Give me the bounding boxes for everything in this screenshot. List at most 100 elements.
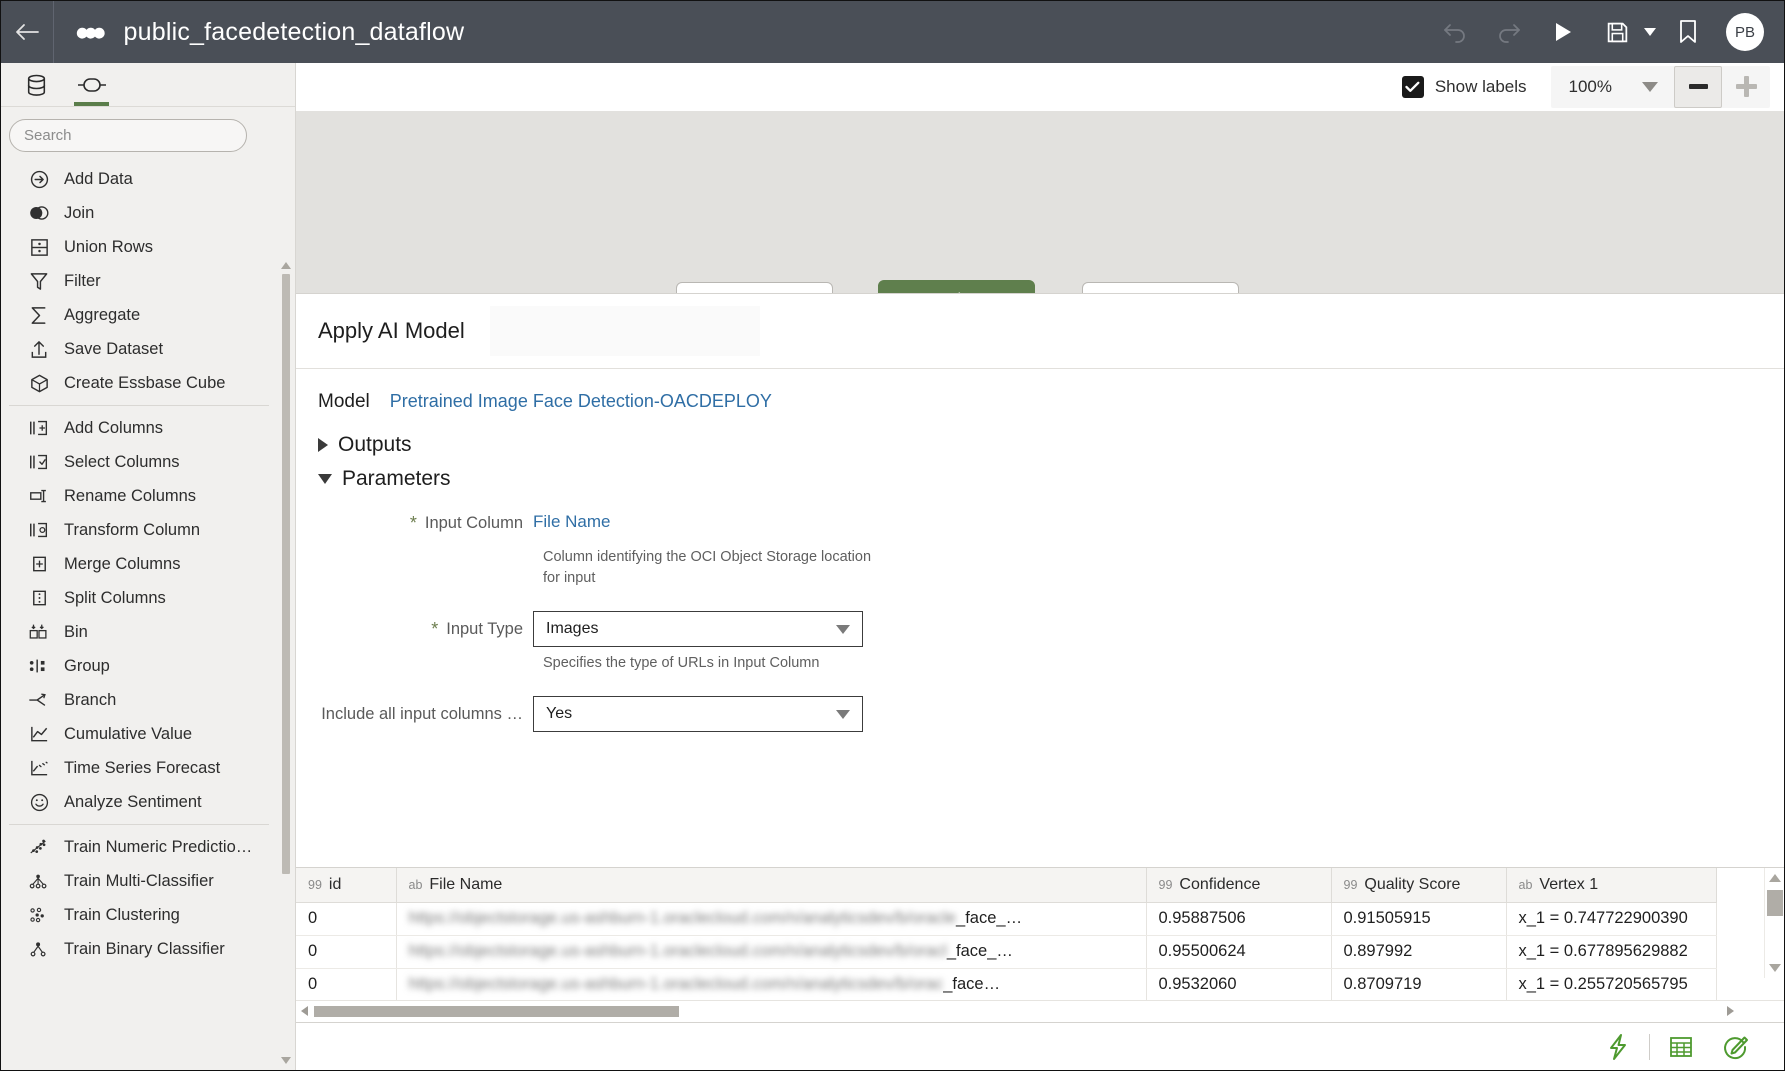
sidebar-item-aggregate[interactable]: Aggregate	[1, 298, 277, 332]
sidebar-item-label: Add Data	[64, 169, 133, 188]
sidebar-item-time-series-forecast[interactable]: Time Series Forecast	[1, 751, 277, 785]
sidebar-item-join[interactable]: Join	[1, 196, 277, 230]
sidebar-scrollbar[interactable]	[281, 262, 291, 1064]
sidebar-item-add-data[interactable]: Add Data	[1, 162, 277, 196]
status-bar	[296, 1022, 1784, 1070]
select-columns-icon	[28, 451, 50, 473]
scroll-thumb[interactable]	[314, 1006, 679, 1017]
save-icon-wrap[interactable]	[1595, 10, 1639, 54]
node-save[interactable]: Save Data	[1082, 282, 1239, 293]
bookmark-button[interactable]	[1666, 10, 1710, 54]
table-row[interactable]: 0 https://objectstorage.us-ashburn-1.ora…	[296, 968, 1717, 1000]
upload-icon	[28, 338, 50, 360]
sidebar-item-analyze-sentiment[interactable]: Analyze Sentiment	[1, 785, 277, 819]
chevrons-right-icon[interactable]: ⦁⦁⦁	[76, 18, 105, 47]
save-button[interactable]	[1595, 10, 1656, 54]
back-button[interactable]	[1, 1, 53, 63]
back-arrow-icon	[16, 24, 39, 40]
section-parameters[interactable]: Parameters	[318, 467, 1784, 491]
sidebar-item-label: Merge Columns	[64, 554, 181, 573]
col-vertex-1[interactable]: ab Vertex 1	[1506, 868, 1717, 903]
sidebar-item-branch[interactable]: Branch	[1, 683, 277, 717]
sidebar-item-train-binary-classifier[interactable]: Train Binary Classifier	[1, 932, 277, 966]
node-apply-ai[interactable]: Apply AI Model	[878, 280, 1035, 293]
search-input[interactable]	[9, 119, 247, 152]
section-label: Outputs	[338, 433, 412, 456]
sidebar-item-merge-columns[interactable]: Merge Columns	[1, 547, 277, 581]
tab-dataflow-steps[interactable]	[64, 64, 119, 106]
train-numeric-icon	[28, 836, 50, 858]
grid-horizontal-scrollbar[interactable]	[296, 1000, 1784, 1022]
checkbox-checked-icon[interactable]	[1401, 75, 1424, 98]
sidebar-item-train-numeric-prediction[interactable]: Train Numeric Predictio…	[1, 830, 277, 864]
param-value-link[interactable]: File Name	[533, 505, 610, 532]
zoom-in-button[interactable]	[1722, 66, 1770, 108]
table-row[interactable]: 0 https://objectstorage.us-ashburn-1.ora…	[296, 902, 1717, 936]
sidebar-item-label: Select Columns	[64, 452, 180, 471]
model-value-link[interactable]: Pretrained Image Face Detection-OACDEPLO…	[390, 391, 772, 412]
table-row[interactable]: 0 https://objectstorage.us-ashburn-1.ora…	[296, 935, 1717, 969]
col-file-name[interactable]: ab File Name	[396, 868, 1147, 903]
input-type-select[interactable]: Images	[533, 611, 863, 648]
sidebar-item-save-dataset[interactable]: Save Dataset	[1, 332, 277, 366]
sidebar-item-filter[interactable]: Filter	[1, 264, 277, 298]
sidebar-item-group[interactable]: Group	[1, 649, 277, 683]
divider	[9, 405, 269, 406]
undo-button[interactable]	[1433, 10, 1477, 54]
sidebar-item-split-columns[interactable]: Split Columns	[1, 581, 277, 615]
grid-scroll-region[interactable]: 99 id ab File Name 99 Confidence 99 Quality …	[296, 868, 1784, 1000]
sidebar-item-label: Rename Columns	[64, 486, 197, 505]
zoom-level-value[interactable]: 100%	[1551, 77, 1626, 97]
zoom-preset-dropdown[interactable]	[1626, 66, 1674, 108]
sidebar-item-rename-columns[interactable]: Rename Columns	[1, 479, 277, 513]
sidebar-item-train-clustering[interactable]: Train Clustering	[1, 898, 277, 932]
zoom-out-button[interactable]	[1674, 65, 1722, 108]
sidebar-item-select-columns[interactable]: Select Columns	[1, 445, 277, 479]
sidebar-item-cumulative-value[interactable]: Cumulative Value	[1, 717, 277, 751]
sidebar-item-bin[interactable]: Bin	[1, 615, 277, 649]
sidebar-item-union-rows[interactable]: Union Rows	[1, 230, 277, 264]
chevron-down-icon[interactable]	[1644, 28, 1656, 36]
cell-vertex-1: x_1 = 0.677895629882	[1506, 935, 1717, 969]
include-all-input-columns-select[interactable]: Yes	[533, 696, 863, 733]
sidebar-item-label: Analyze Sentiment	[64, 792, 202, 811]
step-name-field[interactable]	[489, 306, 760, 356]
pencil-circle-icon	[1724, 1036, 1748, 1059]
right-side: Show labels 100% Apply AI Model Model Pr…	[296, 63, 1784, 1070]
cell-file-name: https://objectstorage.us-ashburn-1.oracl…	[396, 902, 1147, 936]
grid-vertical-scrollbar[interactable]	[1764, 868, 1784, 978]
scroll-down-icon[interactable]	[1769, 964, 1781, 972]
scroll-thumb[interactable]	[282, 274, 290, 874]
col-id[interactable]: 99 id	[296, 868, 397, 903]
node-source[interactable]: public_fac…	[676, 282, 833, 293]
run-button[interactable]	[1541, 10, 1585, 54]
dataflow-canvas[interactable]: public_fac… Apply AI Model	[296, 111, 1784, 293]
scroll-up-icon[interactable]	[1769, 874, 1781, 882]
scroll-up-icon[interactable]	[281, 262, 291, 269]
sidebar-item-train-multi-classifier[interactable]: Train Multi-Classifier	[1, 864, 277, 898]
scroll-right-icon[interactable]	[1727, 1006, 1734, 1016]
param-input-column: * Input Column File Name	[318, 505, 1784, 541]
redo-icon	[1499, 24, 1520, 43]
redo-button[interactable]	[1487, 10, 1531, 54]
data-view-button[interactable]	[1654, 1025, 1708, 1069]
edit-view-button[interactable]	[1708, 1025, 1762, 1069]
sidebar-item-add-columns[interactable]: Add Columns	[1, 411, 277, 445]
step-list[interactable]: Add Data Join Union Rows Filter Aggregat…	[1, 162, 295, 1070]
avatar[interactable]: PB	[1726, 13, 1764, 51]
sidebar-item-transform-column[interactable]: Transform Column	[1, 513, 277, 547]
tab-data-sources[interactable]	[9, 64, 64, 106]
section-outputs[interactable]: Outputs	[318, 433, 1784, 457]
train-multi-icon	[28, 870, 50, 892]
sidebar-item-create-essbase-cube[interactable]: Create Essbase Cube	[1, 366, 277, 400]
col-confidence[interactable]: 99 Confidence	[1146, 868, 1332, 903]
show-labels-toggle[interactable]: Show labels	[1401, 75, 1527, 98]
sidebar-item-label: Aggregate	[64, 305, 141, 324]
scroll-left-icon[interactable]	[301, 1006, 308, 1016]
run-flow-button[interactable]	[1591, 1025, 1645, 1069]
scroll-thumb[interactable]	[1767, 890, 1783, 916]
col-quality-score[interactable]: 99 Quality Score	[1331, 868, 1507, 903]
scroll-down-icon[interactable]	[281, 1057, 291, 1064]
chevron-down-icon	[1642, 81, 1658, 92]
column-label: Vertex 1	[1539, 875, 1599, 893]
